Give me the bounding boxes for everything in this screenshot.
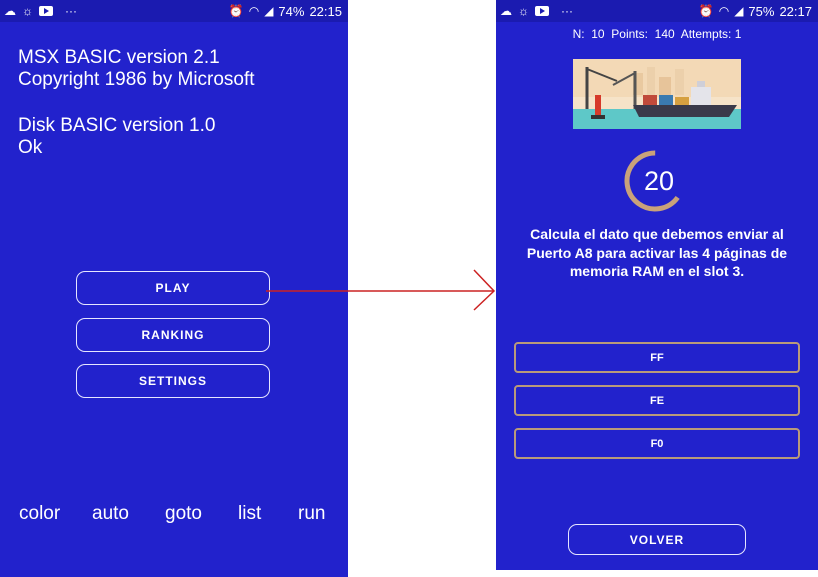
question-text: Calcula el dato que debemos enviar al Pu… <box>526 226 788 279</box>
battery-level: 75% <box>748 3 775 19</box>
wifi-icon: ◠ <box>718 4 730 18</box>
signal-icon: ◢ <box>734 4 744 18</box>
attempts-value: 1 <box>734 27 742 41</box>
answer-option-f0[interactable]: F0 <box>514 428 800 459</box>
weather-icon: ☼ <box>518 4 529 18</box>
question-number: 10 <box>591 27 605 41</box>
back-button[interactable]: VOLVER <box>568 524 746 555</box>
status-bar: ☁ ☼ ··· ⏰ ◠ ◢ 75% 22:17 <box>496 0 818 22</box>
cloud-icon: ☁ <box>500 4 512 18</box>
score-stats: N: 10 Points: 140 Attempts: 1 <box>572 27 742 41</box>
port-ship-illustration <box>573 59 741 129</box>
clock: 22:17 <box>779 3 812 19</box>
youtube-icon <box>535 6 549 16</box>
countdown-timer-value: 20 <box>643 165 675 196</box>
answer-option-ff[interactable]: FF <box>514 342 800 373</box>
points-value: 140 <box>654 27 675 41</box>
quiz-screen: ☁ ☼ ··· ⏰ ◠ ◢ 75% 22:17 N: 10 Points: 14… <box>496 0 818 570</box>
alarm-icon: ⏰ <box>698 4 714 18</box>
more-dots-icon: ··· <box>561 4 573 18</box>
answer-option-fe[interactable]: FE <box>514 385 800 416</box>
